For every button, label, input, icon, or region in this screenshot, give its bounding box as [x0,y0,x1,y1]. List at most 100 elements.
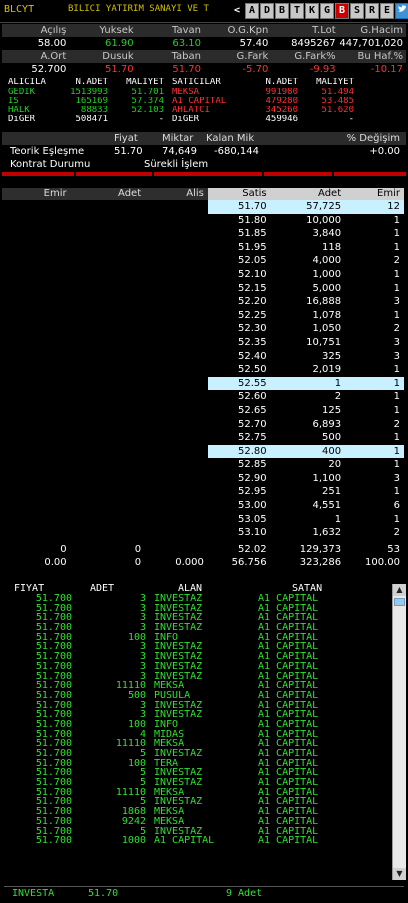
trade-row[interactable]: 51.700 3 INVESTAZ A1 CAPITAL [4,672,406,682]
trade-row[interactable]: 51.700 1000 A1 CAPITAL A1 CAPITAL [4,836,406,846]
ask-price: 51.95 [207,240,271,255]
trade-row[interactable]: 51.700 3 INVESTAZ A1 CAPITAL [4,662,406,672]
toolbar-button-d[interactable]: D [260,3,274,19]
toolbar-button-s[interactable]: S [350,3,364,19]
value-ogkpn: 57.40 [239,38,269,49]
ask-orders: 2 [345,417,404,432]
ask-row[interactable]: 52.15 5,000 1 [2,281,404,296]
trade-seller: A1 CAPITAL [258,652,319,662]
bid-qty [70,431,146,445]
trade-row[interactable]: 51.700 11110 MEKSA A1 CAPITAL [4,681,406,691]
trade-row[interactable]: 51.700 100 TERA A1 CAPITAL [4,759,406,769]
trade-price: 51.700 [35,681,72,691]
ask-row[interactable]: 52.10 1,000 1 [2,267,404,282]
broker-row[interactable]: GEDIK 1513993 51.701 MEKSA 991980 51.494 [2,88,406,97]
ask-row[interactable]: 52.05 4,000 2 [2,254,404,268]
trade-row[interactable]: 51.700 4 MIDAS A1 CAPITAL [4,730,406,740]
ob-head-emir-buy: Emir [43,188,67,199]
ask-price: 52.10 [207,267,271,282]
trade-row[interactable]: 51.700 3 INVESTAZ A1 CAPITAL [4,652,406,662]
ask-row[interactable]: 52.30 1,050 2 [2,322,404,336]
trade-row[interactable]: 51.700 3 INVESTAZ A1 CAPITAL [4,710,406,720]
trade-price: 51.700 [35,758,72,769]
trade-row[interactable]: 51.700 11110 MEKSA A1 CAPITAL [4,739,406,749]
trade-list-scrollbar[interactable]: ▲ ▼ [392,584,406,880]
toolbar-button-g[interactable]: G [320,3,334,19]
ask-row[interactable]: 53.10 1,632 2 [2,526,404,540]
ask-row[interactable]: 53.00 4,551 6 [2,499,404,513]
trade-row[interactable]: 51.700 500 PUSULA A1 CAPITAL [4,691,406,701]
ask-row[interactable]: 53.05 1 1 [2,512,404,527]
ask-row[interactable]: 51.95 118 1 [2,240,404,255]
trade-row[interactable]: 51.700 100 INFO A1 CAPITAL [4,633,406,643]
scroll-thumb[interactable] [394,598,405,606]
ask-row[interactable]: 52.75 500 1 [2,431,404,445]
trade-row[interactable]: 51.700 9242 MEKSA A1 CAPITAL [4,817,406,827]
trade-row[interactable]: 51.700 5 INVESTAZ A1 CAPITAL [4,778,406,788]
buyer-qty: 88833 [80,106,108,115]
trade-row[interactable]: 51.700 3 INVESTAZ A1 CAPITAL [4,613,406,623]
ask-row[interactable]: 52.25 1,078 1 [2,308,404,323]
trade-qty: 500 [127,690,146,701]
toolbar-button-t[interactable]: T [290,3,304,19]
trade-row[interactable]: 51.700 11110 MEKSA A1 CAPITAL [4,788,406,798]
ask-row[interactable]: 52.20 16,888 3 [2,295,404,309]
ask-row[interactable]: 52.95 251 1 [2,485,404,500]
ask-row[interactable]: 52.70 6,893 2 [2,417,404,432]
toolbar-button-e[interactable]: E [380,3,394,19]
scroll-down-icon[interactable]: ▼ [393,868,406,880]
ask-row[interactable]: 51.80 10,000 1 [2,213,404,228]
trade-buyer: INVESTAZ [154,613,203,624]
ask-qty: 6,893 [270,417,346,432]
trade-price: 51.700 [35,613,72,624]
trade-row[interactable]: 51.700 5 INVESTAZ A1 CAPITAL [4,827,406,837]
toolbar-button-r[interactable]: R [365,3,379,19]
ask-row[interactable]: 52.90 1,100 3 [2,471,404,486]
toolbar-button-b[interactable]: B [275,3,289,19]
trade-buyer: INVESTAZ [154,594,203,604]
trade-row[interactable]: 51.700 5 INVESTAZ A1 CAPITAL [4,768,406,778]
scroll-up-icon[interactable]: ▲ [393,584,406,596]
ask-orders: 1 [345,213,404,228]
trade-seller: A1 CAPITAL [258,836,319,846]
depth-bar-tick [74,172,76,176]
ask-row[interactable]: 52.40 325 3 [2,349,404,364]
ask-row[interactable]: 52.80 400 1 [2,444,404,459]
trade-row[interactable]: 51.700 100 INFO A1 CAPITAL [4,720,406,730]
buyer-cost: - [158,115,164,124]
ask-row[interactable]: 52.55 1 1 [2,376,404,391]
trade-row[interactable]: 51.700 3 INVESTAZ A1 CAPITAL [4,642,406,652]
order-book-rows: 51.70 57,725 12 51.80 10,000 1 51.85 3,840 1 51.9… [2,200,404,540]
ask-qty: 1,078 [270,308,346,323]
trade-qty: 5 [139,797,146,808]
trade-row[interactable]: 51.700 5 INVESTAZ A1 CAPITAL [4,749,406,759]
label-tlot: T.Lot [271,24,339,37]
bid-orders [2,471,71,486]
trade-price: 51.700 [35,729,72,740]
trade-row[interactable]: 51.700 5 INVESTAZ A1 CAPITAL [4,797,406,807]
value-aort: 52.700 [31,64,67,75]
ask-row[interactable]: 52.85 20 1 [2,458,404,472]
trade-seller: A1 CAPITAL [258,768,319,779]
trade-row[interactable]: 51.700 3 INVESTAZ A1 CAPITAL [4,701,406,711]
trade-row[interactable]: 51.700 3 INVESTAZ A1 CAPITAL [4,623,406,633]
toolbar-button-a[interactable]: A [245,3,259,19]
broker-row[interactable]: DiGER 508471 - DiGER 459946 - [2,115,406,124]
ask-row[interactable]: 51.70 57,725 12 [2,200,404,214]
ask-row[interactable]: 52.35 10,751 3 [2,335,404,350]
trade-row[interactable]: 51.700 3 INVESTAZ A1 CAPITAL [4,594,406,604]
trade-row[interactable]: 51.700 1868 MEKSA A1 CAPITAL [4,807,406,817]
bid-price [145,335,208,350]
twitter-icon[interactable] [395,3,408,19]
broker-row[interactable]: HALK 88833 52.103 AHLATCI 345260 51.620 [2,106,406,115]
broker-row[interactable]: IS 165169 57.374 A1 CAPITAL 479280 53.48… [2,97,406,106]
ask-row[interactable]: 52.50 2,019 1 [2,363,404,377]
trade-row[interactable]: 51.700 3 INVESTAZ A1 CAPITAL [4,604,406,614]
ask-row[interactable]: 52.60 2 1 [2,390,404,404]
toolbar-button-k[interactable]: K [305,3,319,19]
depth-bar [2,171,406,177]
toolbar-button-b2[interactable]: B [335,3,349,19]
ask-row[interactable]: 51.85 3,840 1 [2,227,404,241]
ask-row[interactable]: 52.65 125 1 [2,403,404,418]
toolbar-button-back[interactable]: < [230,3,244,19]
